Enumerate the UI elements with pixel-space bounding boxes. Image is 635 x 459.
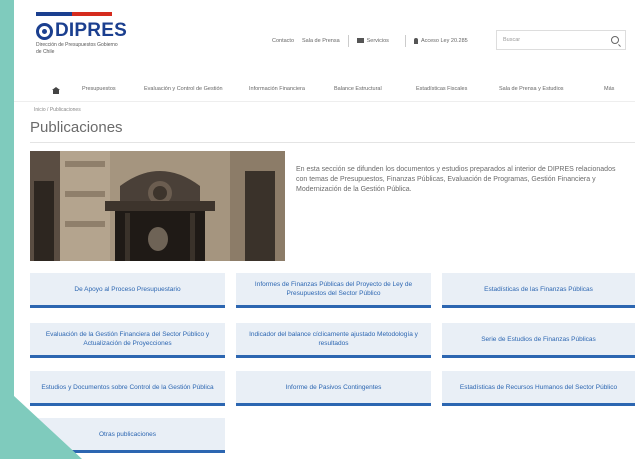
- main-nav: Presupuestos Evaluación y Control de Ges…: [14, 79, 635, 102]
- top-links: Contacto Sala de Prensa Servicios Acceso…: [272, 35, 484, 47]
- flag-blue: [36, 12, 72, 16]
- logo-icon: [36, 22, 53, 40]
- site-header: DIPRES Dirección de Presupuestos Gobiern…: [14, 0, 635, 68]
- logo[interactable]: DIPRES: [36, 20, 127, 42]
- nav-item-balance-estructural[interactable]: Balance Estructural: [334, 86, 382, 92]
- nav-item-sala-de-prensa[interactable]: Sala de Prensa y Estudios: [499, 86, 564, 92]
- search-input[interactable]: Buscar: [496, 30, 626, 50]
- top-divider: [347, 35, 349, 47]
- publication-tile[interactable]: Serie de Estudios de Finanzas Públicas: [442, 323, 635, 358]
- search-placeholder: Buscar: [503, 37, 521, 43]
- nav-item-evaluacion[interactable]: Evaluación y Control de Gestión: [144, 86, 223, 92]
- publication-tile[interactable]: Informes de Finanzas Públicas del Proyec…: [236, 273, 431, 308]
- nav-item-estadisticas-fiscales[interactable]: Estadísticas Fiscales: [416, 86, 467, 92]
- page-frame: DIPRES Dirección de Presupuestos Gobiern…: [14, 0, 635, 459]
- publication-tile[interactable]: Estadísticas de Recursos Humanos del Sec…: [442, 371, 635, 406]
- contact-link[interactable]: Contacto: [272, 38, 294, 44]
- flag-stripe: [36, 12, 112, 16]
- nav-item-presupuestos[interactable]: Presupuestos: [82, 86, 116, 92]
- breadcrumb[interactable]: Inicio / Publicaciones: [34, 107, 81, 113]
- nav-item-informacion-financiera[interactable]: Información Financiera: [249, 86, 305, 92]
- top-divider-2: [404, 35, 406, 47]
- services-label: Servicios: [366, 38, 389, 44]
- access-link[interactable]: Acceso Ley 20.285: [413, 37, 476, 45]
- logo-subtitle: Dirección de Presupuestos Gobierno de Ch…: [36, 42, 118, 55]
- home-icon[interactable]: [52, 86, 60, 94]
- services-icon: [356, 38, 364, 44]
- nav-item-mas[interactable]: Más: [604, 86, 614, 92]
- publication-tile[interactable]: Indicador del balance cíclicamente ajust…: [236, 323, 431, 358]
- logo-text: DIPRES: [55, 20, 127, 41]
- services-link[interactable]: Servicios: [356, 38, 397, 44]
- publication-tile[interactable]: Informe de Pasivos Contingentes: [236, 371, 431, 406]
- access-label: Acceso Ley 20.285: [420, 38, 468, 45]
- search-icon[interactable]: [611, 36, 619, 44]
- flag-red: [72, 12, 112, 16]
- decorative-corner: [0, 383, 82, 459]
- intro-text: En esta sección se difunden los document…: [296, 166, 616, 193]
- page-title: Publicaciones: [30, 119, 123, 136]
- publication-tile[interactable]: Estadísticas de las Finanzas Públicas: [442, 273, 635, 308]
- lock-icon: [413, 37, 418, 44]
- publication-tile[interactable]: Evaluación de la Gestión Financiera del …: [30, 323, 225, 358]
- title-divider: [30, 142, 635, 143]
- publication-tile[interactable]: De Apoyo al Proceso Presupuestario: [30, 273, 225, 308]
- press-link[interactable]: Sala de Prensa: [302, 38, 340, 44]
- building-facade-illustration: [30, 151, 285, 261]
- hero-image: [30, 151, 285, 261]
